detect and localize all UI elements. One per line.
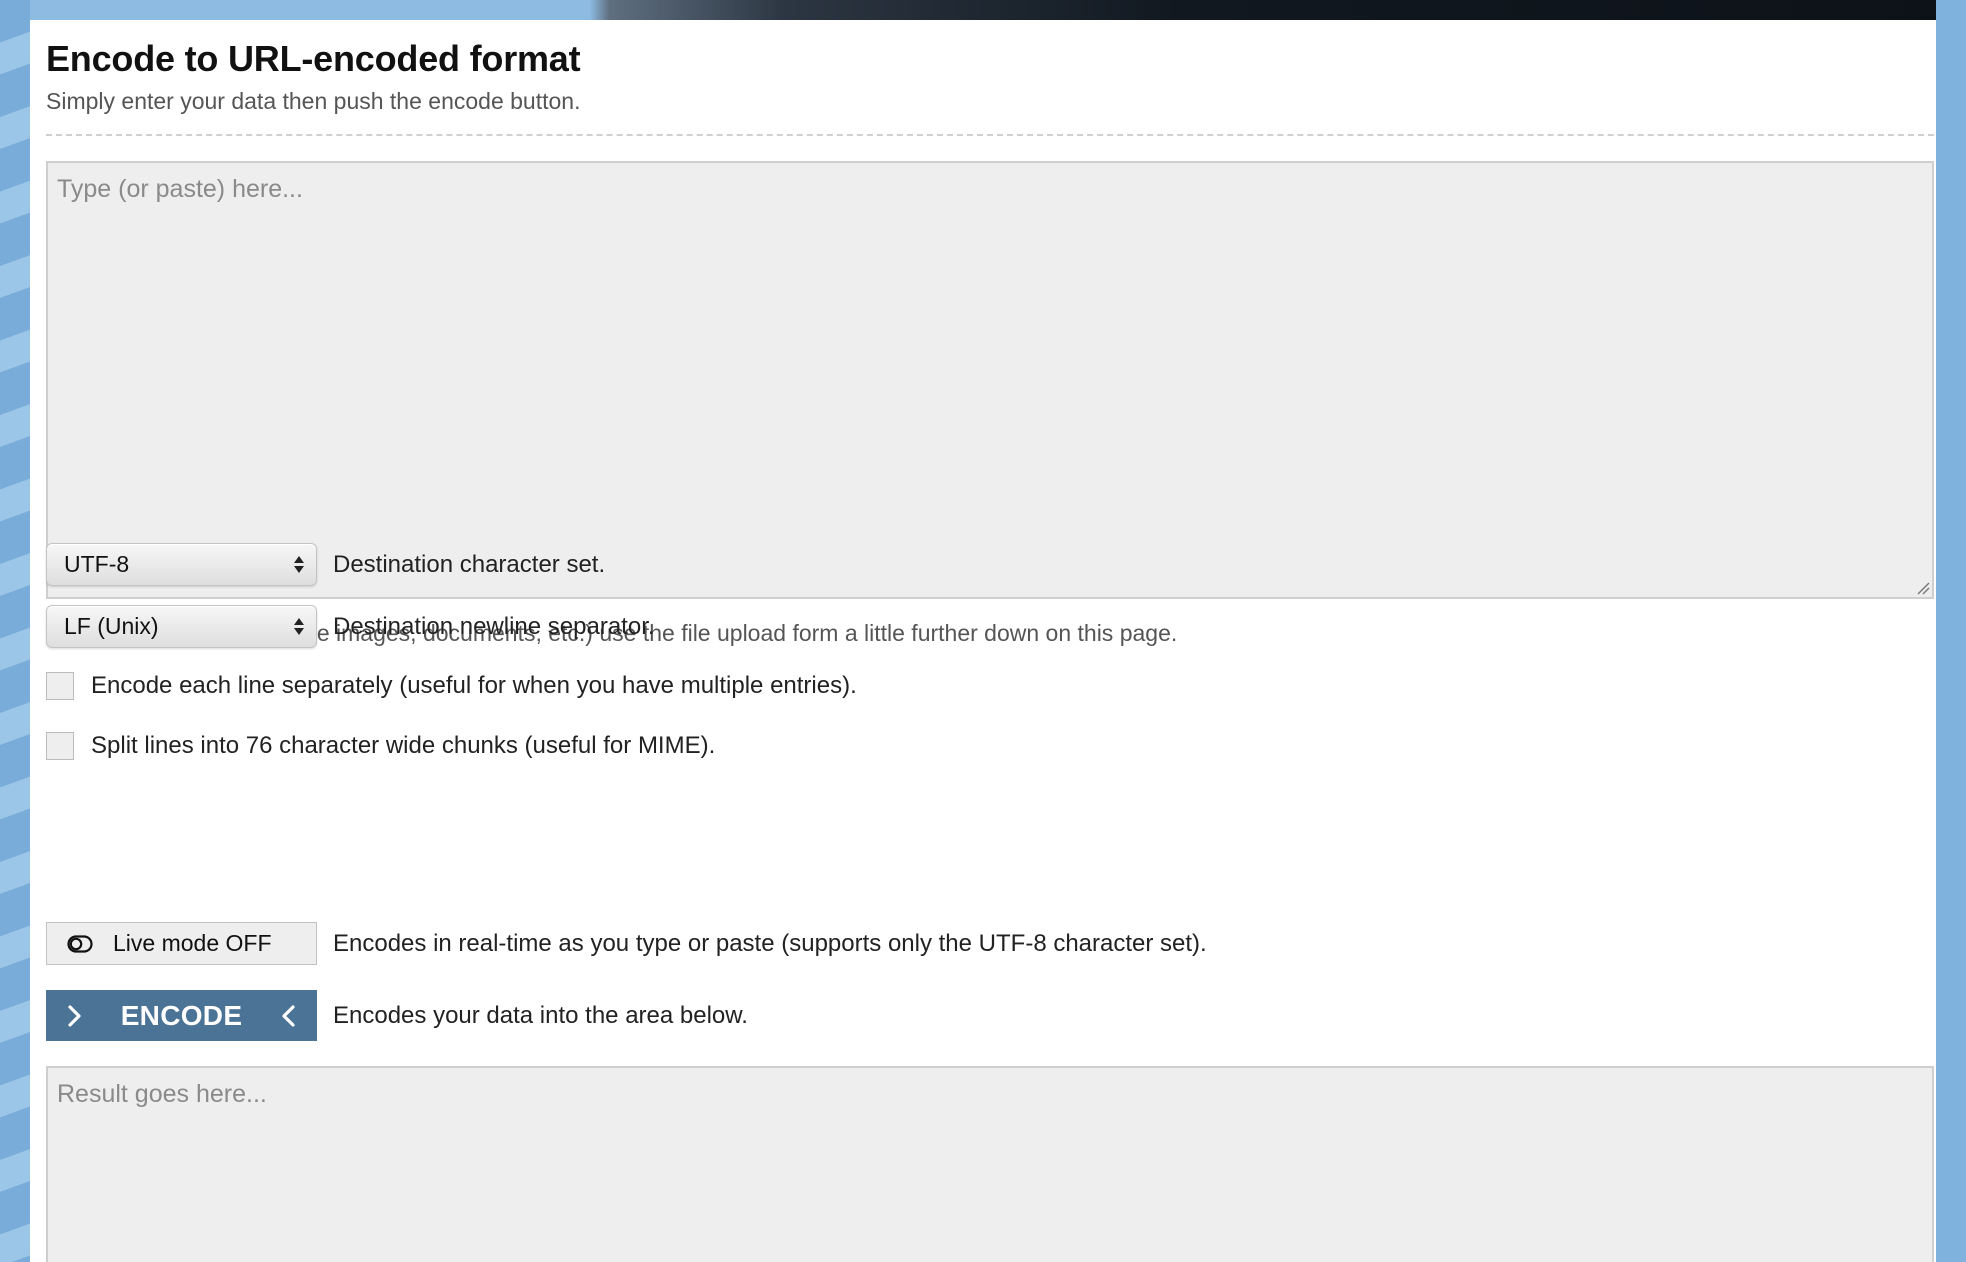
live-mode-row: Live mode OFF Encodes in real-time as yo… bbox=[46, 922, 1207, 965]
input-textarea[interactable] bbox=[46, 161, 1934, 599]
background-right-decoration bbox=[1936, 0, 1966, 1262]
background-left-decoration bbox=[0, 0, 30, 1262]
chevron-right-icon bbox=[68, 1004, 81, 1027]
encode-each-line-checkbox[interactable] bbox=[46, 672, 74, 700]
select-arrows-icon bbox=[294, 556, 304, 573]
chevron-left-icon bbox=[282, 1004, 295, 1027]
background-banner bbox=[0, 0, 1966, 22]
encode-button[interactable]: ENCODE bbox=[46, 990, 317, 1041]
encode-row: ENCODE Encodes your data into the area b… bbox=[46, 990, 748, 1041]
live-mode-label: Encodes in real-time as you type or past… bbox=[333, 929, 1207, 957]
charset-select[interactable]: UTF-8 bbox=[46, 543, 317, 586]
toggle-off-icon bbox=[67, 934, 93, 953]
encode-each-line-row: Encode each line separately (useful for … bbox=[46, 672, 857, 700]
charset-selected-value: UTF-8 bbox=[64, 551, 130, 577]
charset-label: Destination character set. bbox=[333, 550, 606, 578]
charset-option-row: UTF-8 Destination character set. bbox=[46, 543, 605, 586]
encode-label: Encodes your data into the area below. bbox=[333, 1001, 748, 1029]
split-lines-label[interactable]: Split lines into 76 character wide chunk… bbox=[91, 732, 715, 760]
encoder-panel: Encode to URL-encoded format Simply ente… bbox=[30, 20, 1936, 1262]
encode-button-label: ENCODE bbox=[120, 999, 243, 1031]
select-arrows-icon bbox=[294, 618, 304, 635]
newline-selected-value: LF (Unix) bbox=[64, 613, 159, 639]
page-title: Encode to URL-encoded format bbox=[46, 38, 581, 79]
split-lines-row: Split lines into 76 character wide chunk… bbox=[46, 732, 715, 760]
result-textarea[interactable] bbox=[46, 1066, 1934, 1262]
newline-select[interactable]: LF (Unix) bbox=[46, 605, 317, 648]
live-mode-button-label: Live mode OFF bbox=[113, 930, 272, 956]
live-mode-toggle-button[interactable]: Live mode OFF bbox=[46, 922, 317, 965]
dashed-divider bbox=[46, 134, 1934, 136]
newline-label: Destination newline separator. bbox=[333, 612, 655, 640]
page-subtitle: Simply enter your data then push the enc… bbox=[46, 88, 581, 114]
encode-each-line-label[interactable]: Encode each line separately (useful for … bbox=[91, 672, 857, 700]
split-lines-checkbox[interactable] bbox=[46, 732, 74, 760]
newline-option-row: LF (Unix) Destination newline separator. bbox=[46, 605, 655, 648]
